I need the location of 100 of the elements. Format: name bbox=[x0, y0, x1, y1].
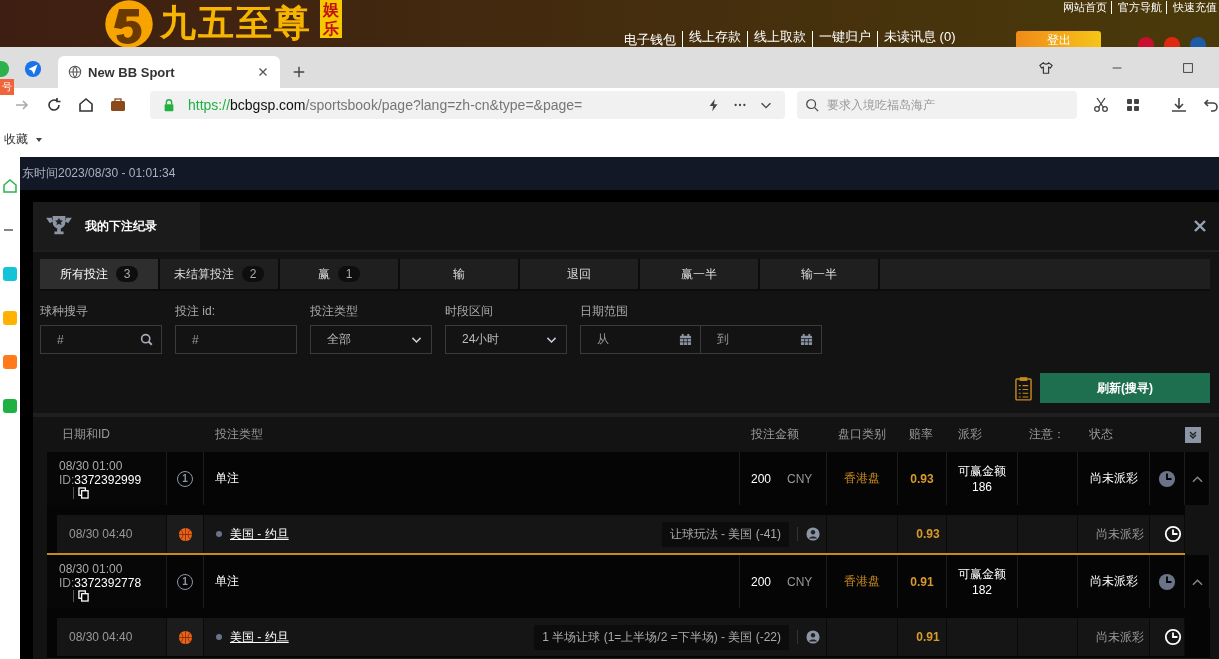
undo-icon[interactable] bbox=[1203, 97, 1219, 113]
search-icon bbox=[140, 333, 153, 346]
account-badge: 号 bbox=[0, 79, 14, 95]
lock-icon bbox=[162, 98, 176, 112]
leg-status: 尚未派彩 bbox=[1095, 525, 1144, 543]
clock-icon bbox=[1164, 525, 1182, 543]
new-tab-icon[interactable] bbox=[292, 65, 306, 79]
calendar-icon bbox=[679, 333, 692, 346]
bet-type: 单注 bbox=[215, 573, 239, 590]
copy-icon[interactable] bbox=[73, 589, 89, 602]
odds-type: 香港盘 bbox=[844, 573, 880, 590]
dropdown[interactable]: 全部 bbox=[310, 325, 432, 354]
basketball-icon bbox=[177, 526, 193, 542]
clock-text: 东时间2023/08/30 - 01:01:34 bbox=[22, 165, 176, 182]
clock-icon bbox=[1158, 469, 1176, 488]
clock-icon bbox=[1164, 628, 1182, 646]
person-icon bbox=[797, 630, 820, 644]
home-icon[interactable] bbox=[78, 97, 94, 113]
shirt-icon[interactable] bbox=[1039, 61, 1053, 75]
date-field[interactable]: 从 bbox=[580, 325, 701, 354]
site-link[interactable]: 官方导航 bbox=[1111, 1, 1162, 14]
column-header: 注意： bbox=[1028, 426, 1066, 443]
bullet-icon bbox=[216, 634, 222, 640]
close-icon[interactable] bbox=[1193, 219, 1207, 233]
filter-label: 时段区间 bbox=[445, 303, 494, 320]
briefcase-icon[interactable] bbox=[110, 97, 126, 113]
expand-all-icon[interactable] bbox=[1185, 426, 1201, 443]
filter-label: 投注 id: bbox=[175, 303, 216, 320]
site-link[interactable]: 网站首页 bbox=[1063, 1, 1107, 14]
search-icon bbox=[805, 98, 820, 112]
stake-amount: 200 bbox=[751, 574, 772, 589]
tab-title: New BB Sport bbox=[88, 64, 175, 80]
send-icon[interactable] bbox=[24, 60, 42, 78]
event-date: 08/30 04:40 bbox=[69, 527, 133, 541]
url-text: https://bcbgsp.com/sportsbook/page?lang=zh-cn&type=&page= bbox=[188, 97, 584, 113]
bullet-icon bbox=[216, 531, 222, 537]
scissors-icon[interactable] bbox=[1093, 97, 1109, 113]
calendar-icon bbox=[800, 333, 813, 346]
refresh-button[interactable]: 刷新(搜寻) bbox=[1040, 373, 1210, 403]
payout-label: 可赢金额 bbox=[958, 463, 1006, 480]
column-header: 日期和ID bbox=[61, 426, 111, 443]
payout-label: 可赢金额 bbox=[958, 566, 1006, 583]
globe-icon bbox=[68, 65, 82, 79]
caret-up-icon[interactable] bbox=[1191, 577, 1203, 586]
payout-amount: 182 bbox=[972, 583, 992, 597]
odds-value: 0.91 bbox=[916, 630, 940, 644]
person-icon bbox=[797, 527, 820, 541]
panel-title: 我的下注纪录 bbox=[85, 217, 157, 235]
address-bar[interactable]: https://bcbgsp.com/sportsbook/page?lang=zh-cn&type=&page= bbox=[150, 91, 786, 119]
filter-label: 投注类型 bbox=[310, 303, 359, 320]
dropdown[interactable]: 24小时 bbox=[445, 325, 567, 354]
bet-id: ID:3372392778 bbox=[59, 575, 142, 590]
bet-type: 单注 bbox=[215, 470, 239, 487]
site-link[interactable]: 快速充值 bbox=[1166, 1, 1217, 14]
clipboard-icon[interactable] bbox=[1015, 375, 1032, 401]
filter-label: 日期范围 bbox=[580, 303, 629, 320]
event-link[interactable]: 美国 - 约旦 bbox=[230, 628, 289, 646]
stake-amount: 200 bbox=[751, 471, 772, 486]
filter-label: 球种搜寻 bbox=[40, 303, 89, 320]
column-header: 状态 bbox=[1088, 426, 1114, 443]
column-header: 投注金额 bbox=[750, 426, 800, 443]
search-placeholder: 要求入境吃福岛海产 bbox=[827, 96, 936, 114]
copy-icon[interactable] bbox=[73, 486, 89, 499]
logo-badge: 娱乐 bbox=[320, 0, 342, 39]
caret-up-icon[interactable] bbox=[1191, 474, 1203, 483]
bet-date: 08/30 01:00 bbox=[59, 561, 123, 576]
browser-tab[interactable]: New BB Sport bbox=[58, 56, 280, 88]
bookmarks-label[interactable]: 收藏 bbox=[4, 131, 28, 148]
bet-status: 尚未派彩 bbox=[1089, 470, 1138, 487]
maximize-icon[interactable] bbox=[1181, 61, 1195, 75]
download-icon[interactable] bbox=[1171, 97, 1187, 113]
trophy-icon bbox=[45, 215, 73, 237]
selection-tag: 让球玩法 - 美国 (-41) bbox=[661, 521, 789, 547]
currency: CNY bbox=[787, 574, 813, 589]
reload-icon[interactable] bbox=[46, 97, 62, 113]
column-header: 盘口类别 bbox=[837, 426, 887, 443]
leg-status: 尚未派彩 bbox=[1095, 628, 1144, 646]
bet-id: ID:3372392999 bbox=[59, 472, 142, 487]
grid-icon[interactable] bbox=[1125, 97, 1141, 113]
logo-text: 九五至尊 bbox=[160, 1, 312, 45]
date-field[interactable]: 到 bbox=[701, 325, 822, 354]
odds-type: 香港盘 bbox=[844, 470, 880, 487]
column-header: 赔率 bbox=[908, 426, 934, 443]
basketball-icon bbox=[177, 629, 193, 645]
selection-tag: 1 半场让球 (1=上半场/2 =下半场) - 美国 (-22) bbox=[534, 624, 789, 650]
event-link[interactable]: 美国 - 约旦 bbox=[230, 525, 289, 543]
filter-tab[interactable]: 所有投注 3 bbox=[40, 259, 160, 289]
odds-value: 0.91 bbox=[910, 574, 934, 589]
event-date: 08/30 04:40 bbox=[69, 630, 133, 644]
column-header: 派彩 bbox=[957, 426, 983, 443]
bet-status: 尚未派彩 bbox=[1089, 573, 1138, 590]
search-field[interactable]: # bbox=[40, 325, 162, 354]
clock-icon bbox=[1158, 572, 1176, 591]
bet-date: 08/30 01:00 bbox=[59, 458, 123, 473]
odds-value: 0.93 bbox=[910, 471, 934, 486]
logo-icon bbox=[104, 0, 154, 47]
payout-amount: 186 bbox=[972, 480, 992, 494]
input-field[interactable]: # bbox=[175, 325, 297, 354]
column-header: 投注类型 bbox=[214, 426, 264, 443]
account-link[interactable]: 电子钱包 bbox=[624, 31, 676, 47]
